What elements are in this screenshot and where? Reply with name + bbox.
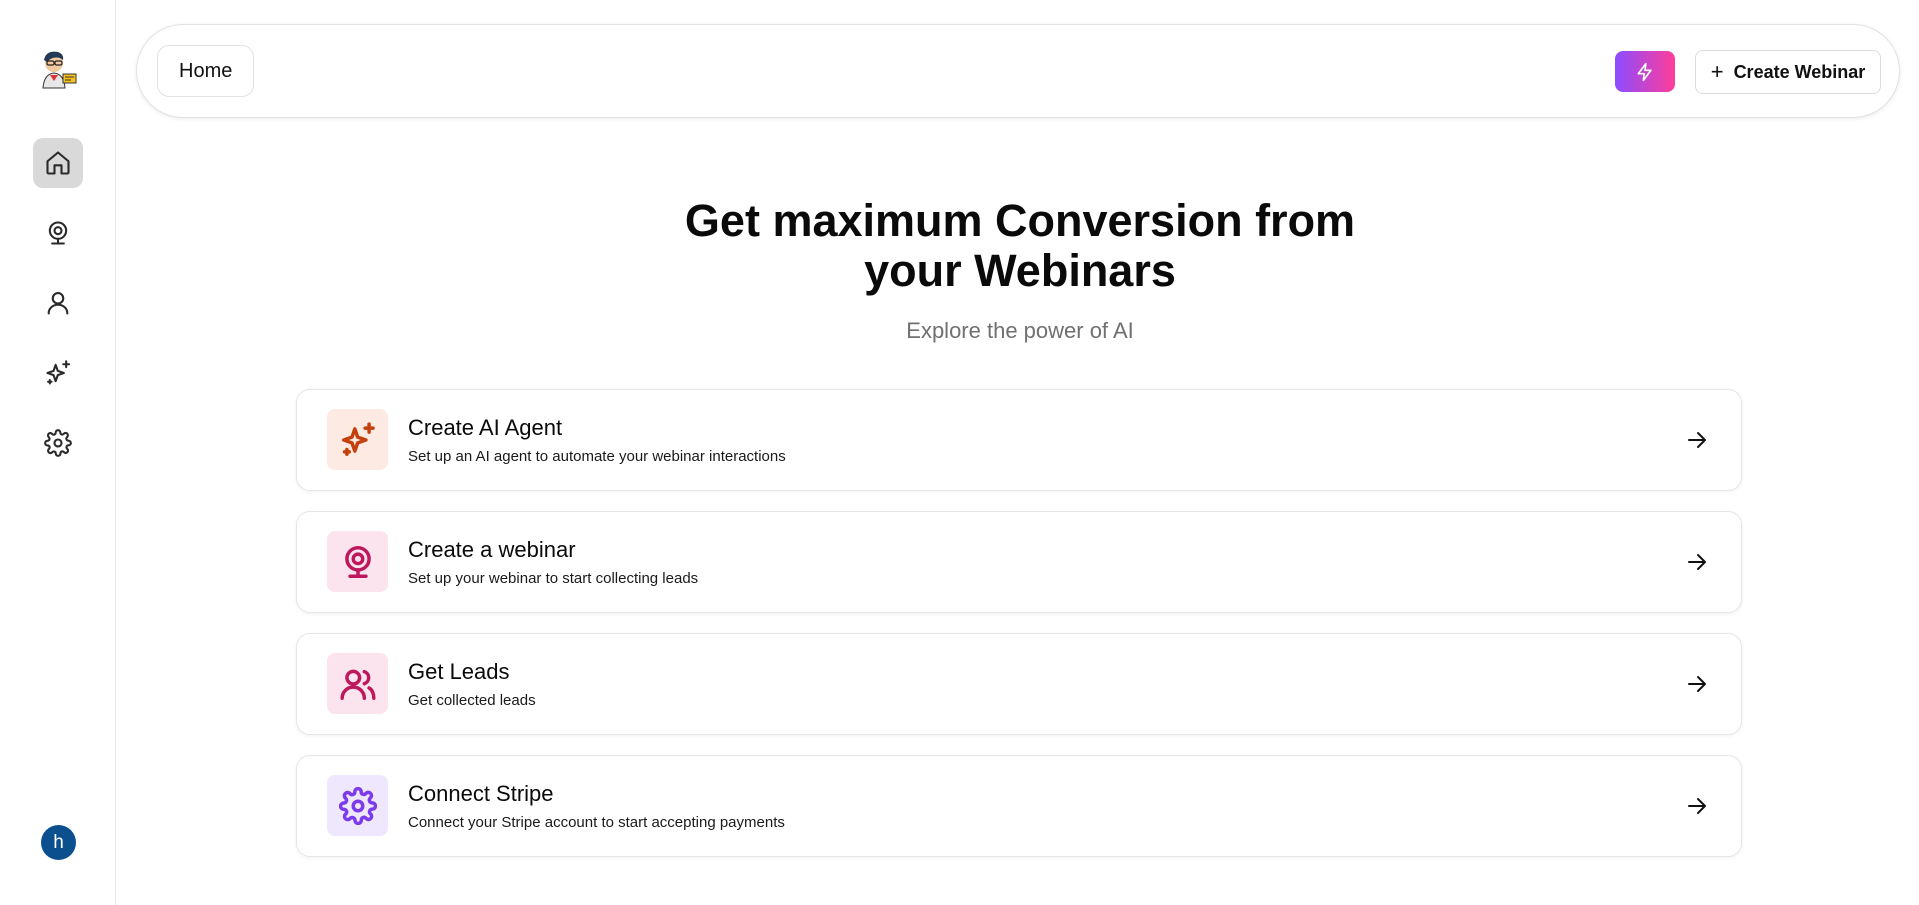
arrow-right-icon — [1685, 794, 1709, 818]
page-title: Get maximum Conversion from your Webinar… — [560, 196, 1480, 296]
arrow-right-icon — [1685, 550, 1709, 574]
gear-icon — [44, 429, 72, 457]
card-title: Create a webinar — [408, 537, 576, 562]
sidebar-item-home[interactable] — [33, 138, 83, 188]
sidebar-item-users[interactable] — [33, 278, 83, 328]
sidebar-item-settings[interactable] — [33, 418, 83, 468]
page-title-line-2: your Webinars — [864, 245, 1176, 296]
card-description: Set up your webinar to start collecting … — [408, 570, 699, 587]
card-title: Get Leads — [408, 659, 510, 684]
card-icon-tile — [327, 531, 388, 592]
sidebar-item-webinars[interactable] — [33, 208, 83, 258]
card-description: Get collected leads — [408, 692, 536, 709]
card-title: Connect Stripe — [408, 781, 554, 806]
page-subtitle: Explore the power of AI — [906, 318, 1134, 343]
page-title-line-1: Get maximum Conversion from — [684, 195, 1356, 246]
app-logo[interactable] — [36, 48, 80, 92]
card-get-leads[interactable]: Get Leads Get collected leads — [296, 633, 1742, 735]
sidebar-item-ai[interactable] — [33, 348, 83, 398]
card-description: Connect your Stripe account to start acc… — [408, 814, 785, 831]
create-webinar-button[interactable]: + Create Webinar — [1695, 50, 1881, 94]
create-webinar-label: Create Webinar — [1733, 61, 1866, 82]
card-description: Set up an AI agent to automate your webi… — [408, 448, 786, 465]
card-title: Create AI Agent — [408, 415, 563, 440]
arrow-right-icon — [1685, 428, 1709, 452]
users-icon — [339, 669, 376, 700]
card-icon-tile — [327, 775, 388, 836]
lightning-icon — [1637, 62, 1652, 81]
webcam-icon — [48, 221, 68, 245]
card-create-ai-agent[interactable]: Create AI Agent Set up an AI agent to au… — [296, 389, 1742, 491]
gear-icon — [338, 786, 377, 825]
arrow-right-icon — [1685, 672, 1709, 696]
sparkles-icon — [341, 421, 375, 456]
user-avatar[interactable]: h — [41, 825, 76, 860]
top-bar: Home + Create Webinar — [136, 24, 1900, 118]
card-icon-tile — [327, 409, 388, 470]
breadcrumb-home[interactable]: Home — [157, 45, 255, 97]
upgrade-button[interactable] — [1615, 51, 1675, 92]
user-icon — [47, 292, 69, 315]
card-create-webinar[interactable]: Create a webinar Set up your webinar to … — [296, 511, 1742, 613]
sparkles-icon — [46, 360, 71, 385]
webcam-icon — [344, 545, 371, 578]
home-icon — [46, 151, 70, 175]
card-icon-tile — [327, 653, 388, 714]
sidebar: h — [0, 0, 116, 905]
card-connect-stripe[interactable]: Connect Stripe Connect your Stripe accou… — [296, 755, 1742, 857]
plus-icon: + — [1710, 59, 1724, 84]
